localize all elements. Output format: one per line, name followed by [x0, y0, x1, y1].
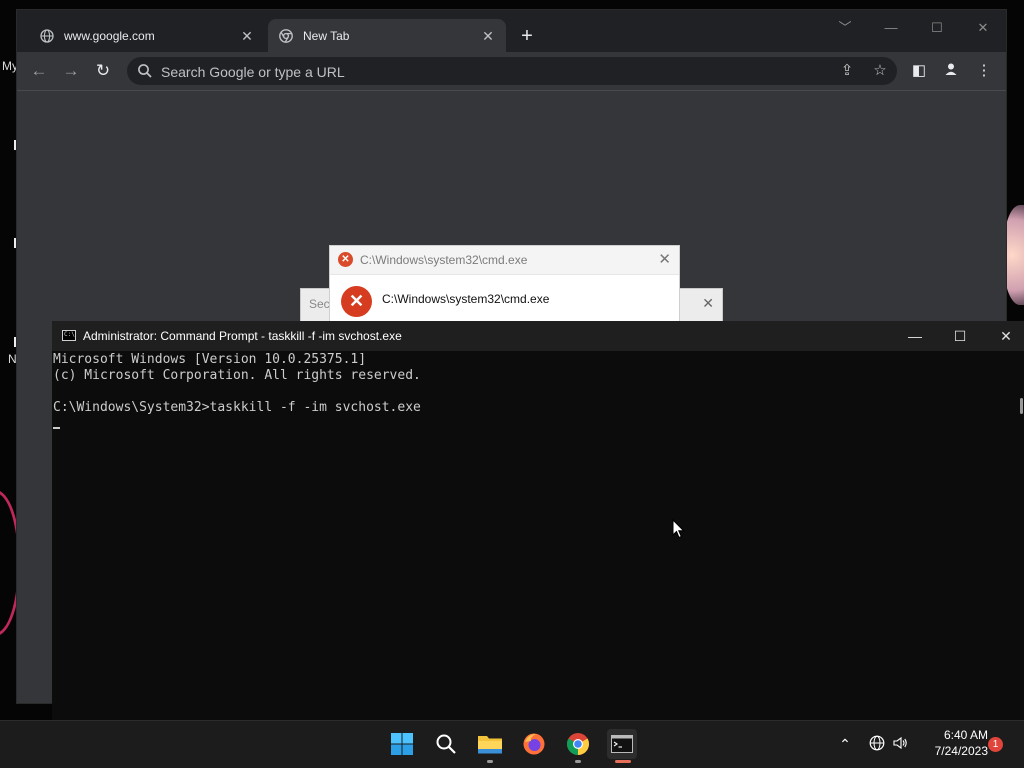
- cmd-window-title: Administrator: Command Prompt - taskkill…: [83, 329, 402, 343]
- minimize-button[interactable]: —: [905, 326, 925, 346]
- chrome-button[interactable]: [563, 729, 593, 759]
- error-icon: ✕: [338, 252, 353, 267]
- share-icon[interactable]: ⇪: [838, 63, 856, 79]
- tab-title: www.google.com: [64, 28, 155, 43]
- text-cursor: [53, 427, 60, 429]
- tab-title: New Tab: [303, 28, 350, 43]
- bookmark-star-icon[interactable]: ☆: [871, 63, 889, 79]
- menu-kebab-icon[interactable]: ⋮: [975, 62, 993, 80]
- console-line: (c) Microsoft Corporation. All rights re…: [53, 368, 421, 383]
- maximize-button[interactable]: ☐: [950, 326, 970, 346]
- chrome-icon: [567, 733, 589, 755]
- error-icon: ✕: [341, 286, 372, 317]
- terminal-button[interactable]: [607, 729, 637, 759]
- close-tab-icon[interactable]: ✕: [480, 28, 496, 44]
- running-indicator: [575, 760, 581, 763]
- maximize-button[interactable]: ☐: [922, 18, 952, 38]
- running-indicator: [487, 760, 493, 763]
- reload-icon[interactable]: ↻: [92, 60, 114, 82]
- mouse-pointer-icon: [672, 519, 685, 539]
- globe-icon: [39, 28, 55, 44]
- close-window-button[interactable]: ✕: [996, 326, 1016, 346]
- notification-badge[interactable]: 1: [988, 737, 1003, 752]
- dialog-title-fragment: Sec: [309, 297, 330, 311]
- close-window-button[interactable]: ✕: [968, 18, 998, 38]
- clock-date: 7/24/2023: [934, 744, 988, 758]
- desktop-icon-label[interactable]: N: [8, 352, 17, 366]
- taskbar-search-button[interactable]: [431, 729, 461, 759]
- start-button[interactable]: [387, 729, 417, 759]
- forward-arrow-icon[interactable]: →: [60, 60, 82, 82]
- command-prompt-window: C:\ Administrator: Command Prompt - task…: [52, 321, 1024, 720]
- file-explorer-button[interactable]: [475, 729, 505, 759]
- cmd-app-icon: C:\: [62, 330, 76, 341]
- dialog-titlebar[interactable]: ✕ C:\Windows\system32\cmd.exe ✕: [330, 246, 679, 275]
- search-icon: [436, 734, 456, 754]
- console-line: C:\Windows\System32>taskkill -f -im svch…: [53, 400, 421, 415]
- scrollbar[interactable]: [1008, 351, 1024, 720]
- browser-toolbar: ← → ↻ ⇪ ☆ ◧ ⋮: [17, 52, 1006, 91]
- tab-strip: www.google.com ✕ New Tab ✕ + ﹀ — ☐ ✕: [17, 10, 1006, 52]
- tab-search-chevron-icon[interactable]: ﹀: [830, 18, 860, 38]
- tab-google[interactable]: www.google.com ✕: [29, 19, 265, 52]
- firefox-icon: [523, 733, 545, 755]
- cmd-titlebar[interactable]: C:\ Administrator: Command Prompt - task…: [52, 321, 1024, 351]
- side-panel-icon[interactable]: ◧: [910, 62, 928, 80]
- close-icon[interactable]: ✕: [702, 295, 714, 312]
- back-arrow-icon[interactable]: ←: [28, 60, 50, 82]
- firefox-button[interactable]: [519, 729, 549, 759]
- profile-icon[interactable]: [942, 62, 960, 80]
- taskbar: ⌃ 6:40 AM 7/24/2023 1: [0, 720, 1024, 768]
- scrollbar-thumb[interactable]: [1020, 398, 1023, 414]
- address-bar[interactable]: ⇪ ☆: [127, 57, 897, 87]
- console-output[interactable]: Microsoft Windows [Version 10.0.25375.1]…: [53, 351, 1008, 720]
- tab-new-tab[interactable]: New Tab ✕: [268, 19, 506, 52]
- search-icon: [137, 63, 153, 79]
- console-line: Microsoft Windows [Version 10.0.25375.1]: [53, 352, 367, 367]
- windows-logo-icon: [391, 733, 413, 755]
- show-hidden-icons-chevron-icon[interactable]: ⌃: [836, 735, 854, 753]
- omnibox-input[interactable]: [159, 57, 803, 87]
- active-indicator: [615, 760, 631, 763]
- minimize-button[interactable]: —: [876, 18, 906, 38]
- close-tab-icon[interactable]: ✕: [239, 28, 255, 44]
- desktop-icon-label[interactable]: My: [2, 59, 18, 73]
- volume-icon[interactable]: [891, 735, 909, 753]
- new-tab-button[interactable]: +: [515, 26, 539, 46]
- folder-icon: [478, 736, 502, 754]
- wallpaper-glow: [1004, 205, 1024, 305]
- dialog-message: C:\Windows\system32\cmd.exe: [382, 292, 550, 306]
- error-dialog[interactable]: ✕ C:\Windows\system32\cmd.exe ✕ ✕ C:\Win…: [329, 245, 680, 323]
- close-dialog-button[interactable]: ✕: [658, 250, 671, 268]
- clock[interactable]: 6:40 AM 7/24/2023: [918, 727, 988, 759]
- network-globe-icon[interactable]: [868, 735, 886, 753]
- terminal-icon: [611, 735, 633, 753]
- dialog-title: C:\Windows\system32\cmd.exe: [360, 253, 528, 267]
- chrome-icon: [278, 28, 294, 44]
- clock-time: 6:40 AM: [943, 728, 988, 742]
